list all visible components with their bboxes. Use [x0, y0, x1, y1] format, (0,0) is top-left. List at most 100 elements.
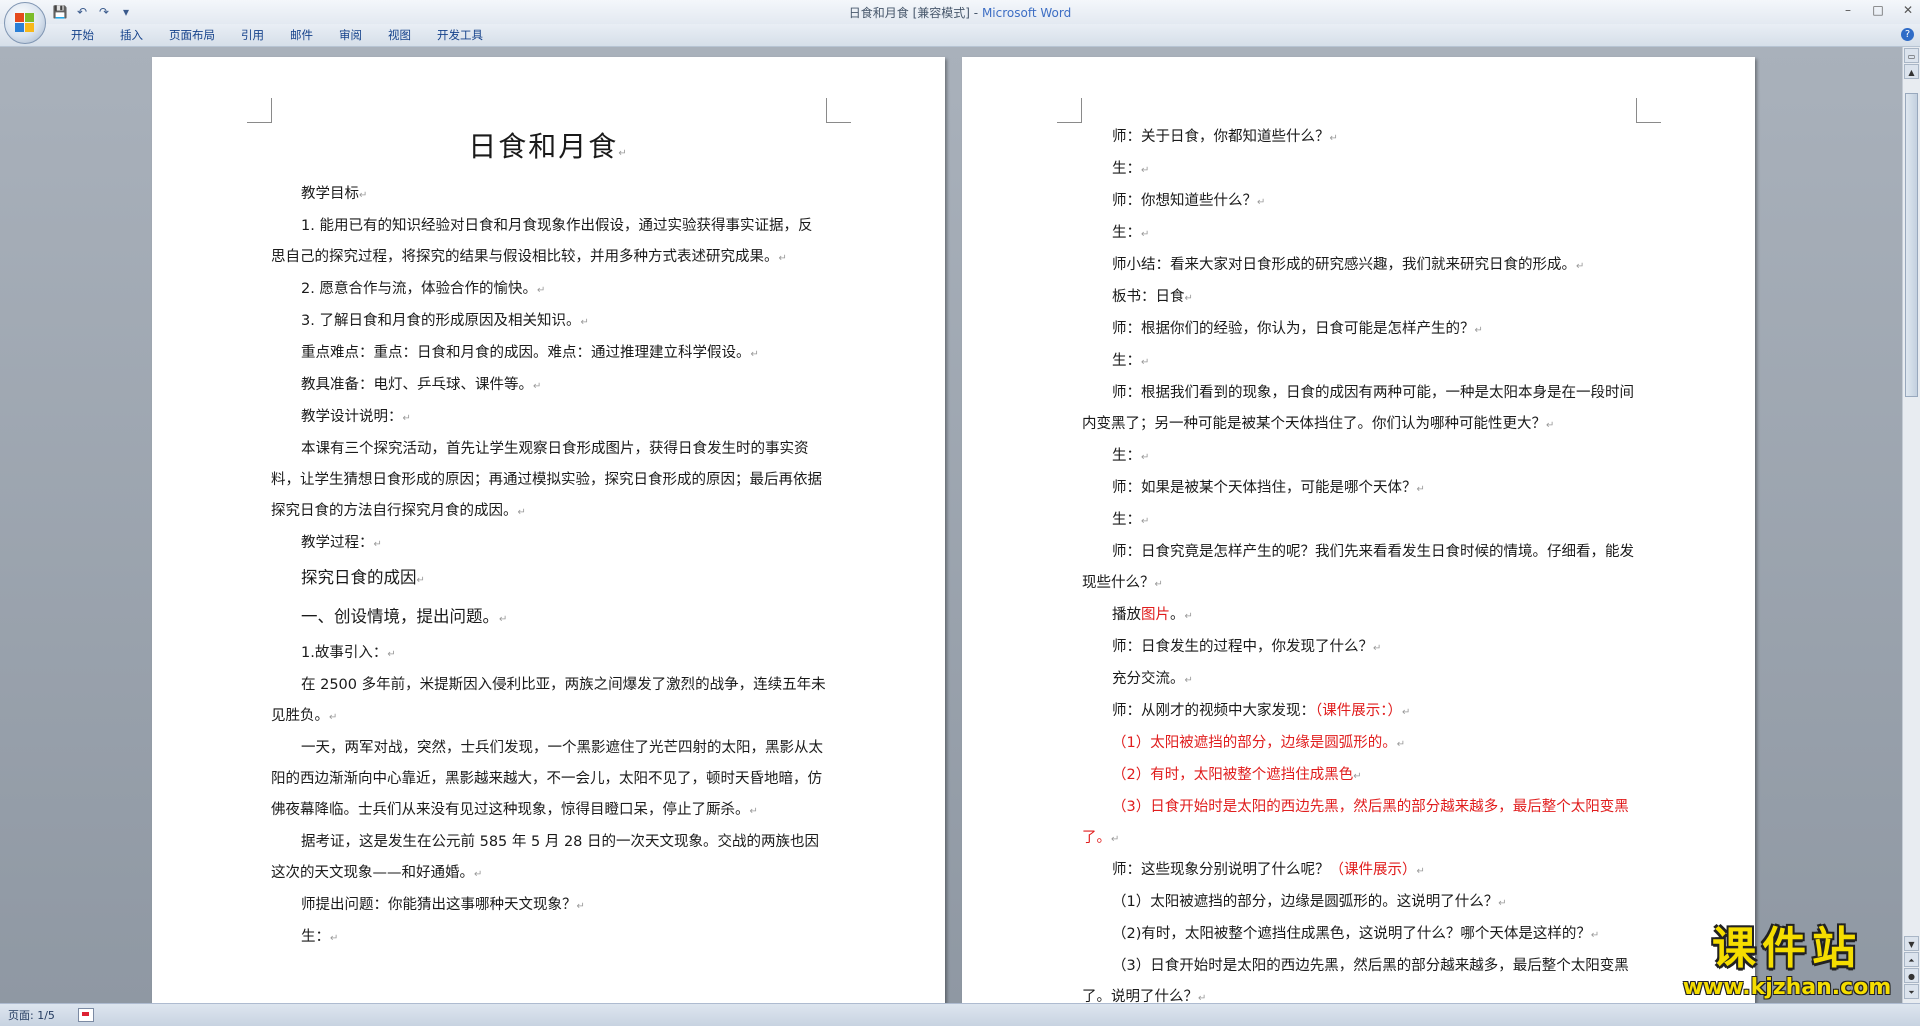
ribbon-tab[interactable]: 页面布局 — [156, 25, 228, 45]
paragraph-text: 师：如果是被某个天体挡住，可能是哪个天体？ — [1112, 480, 1417, 496]
section-heading: 探究日食的成因↵ — [271, 560, 826, 599]
app-name: Microsoft Word — [981, 6, 1072, 20]
paragraph-text: 师：从刚才的视频中大家发现： — [1112, 703, 1315, 719]
paragraph-text: 一天，两军对战，突然，士兵们发现，一个黑影遮住了光芒四射的太阳，黑影从太阳的西边… — [271, 740, 823, 818]
close-icon[interactable]: ✕ — [1900, 2, 1916, 18]
paragraph: 生：↵ — [1082, 154, 1637, 186]
paragraph-mark: ↵ — [750, 349, 759, 360]
paragraph: 2. 愿意合作与流，体验合作的愉快。↵ — [271, 274, 826, 306]
ribbon-tab[interactable]: 插入 — [107, 25, 156, 45]
paragraph-mark: ↵ — [533, 381, 542, 392]
left-paragraphs: 教学目标↵ 1. 能用已有的知识经验对日食和月食现象作出假设，通过实验获得事实证据… — [271, 179, 826, 954]
paragraph-mark: ↵ — [1184, 611, 1193, 622]
highlighted-text: （课件展示：） — [1315, 703, 1402, 719]
paragraph-mark: ↵ — [749, 806, 758, 817]
paragraph: 师提出问题：你能猜出这事哪种天文现象？↵ — [271, 890, 826, 922]
ribbon-tab[interactable]: 审阅 — [326, 25, 375, 45]
document-page-2[interactable]: 师：关于日食，你都知道些什么？↵ 生：↵ 师：你想知道些什么？↵ 生：↵ 师小结：看来大… — [962, 57, 1755, 1003]
page-count[interactable]: 页面: 1/5 — [8, 1007, 55, 1023]
paragraph: （1）太阳被遮挡的部分，边缘是圆弧形的。↵ — [1082, 728, 1637, 760]
right-paragraphs: 师：关于日食，你都知道些什么？↵ 生：↵ 师：你想知道些什么？↵ 生：↵ 师小结：看来大… — [1082, 122, 1637, 1003]
paragraph-text: 师：日食发生的过程中，你发现了什么？ — [1112, 639, 1373, 655]
proofing-icon[interactable] — [78, 1008, 94, 1022]
paragraph-text: 教具准备：电灯、乒乓球、课件等。 — [301, 377, 533, 393]
ribbon-tab[interactable]: 视图 — [375, 25, 424, 45]
scrollbar-thumb[interactable] — [1905, 93, 1918, 397]
paragraph-text: 教学设计说明： — [301, 409, 403, 425]
paragraph: （2）有时，太阳被整个遮挡住成黑色↵ — [1082, 760, 1637, 792]
paragraph-mark: ↵ — [1576, 261, 1585, 272]
paragraph: 生：↵ — [1082, 346, 1637, 378]
margin-marker — [826, 98, 851, 123]
paragraph-mark: ↵ — [1141, 357, 1150, 368]
ribbon-tabs: 开始 插入 页面布局 引用 邮件 审阅 视图 开发工具 — [58, 24, 496, 46]
paragraph-mark: ↵ — [1353, 771, 1362, 782]
paragraph: 师：这些现象分别说明了什么呢？（课件展示）↵ — [1082, 855, 1637, 887]
paragraph-text: 教学目标 — [301, 186, 359, 202]
paragraph: （2)有时，太阳被整个遮挡住成黑色，这说明了什么？哪个天体是这样的？↵ — [1082, 919, 1637, 951]
paragraph-text: 一、创设情境，提出问题。 — [301, 607, 499, 626]
paragraph-text: 1. 能用已有的知识经验对日食和月食现象作出假设，通过实验获得事实证据，反思自己… — [271, 218, 813, 265]
paragraph-mark: ↵ — [1257, 197, 1266, 208]
page-body: 师：关于日食，你都知道些什么？↵ 生：↵ 师：你想知道些什么？↵ 生：↵ 师小结：看来大… — [1082, 122, 1637, 1003]
paragraph-mark: ↵ — [1154, 579, 1163, 590]
ribbon-tab[interactable]: 邮件 — [277, 25, 326, 45]
paragraph-text: 师提出问题：你能猜出这事哪种天文现象？ — [301, 897, 577, 913]
paragraph: 充分交流。↵ — [1082, 664, 1637, 696]
paragraph: 重点难点：重点：日食和月食的成因。难点：通过推理建立科学假设。↵ — [271, 338, 826, 370]
ruler-toggle-icon[interactable]: ▭ — [1904, 48, 1919, 63]
paragraph-text: 3. 了解日食和月食的形成原因及相关知识。 — [301, 313, 581, 329]
paragraph: 生：↵ — [1082, 218, 1637, 250]
paragraph: 教具准备：电灯、乒乓球、课件等。↵ — [271, 370, 826, 402]
scroll-up-icon[interactable]: ▲ — [1904, 64, 1919, 79]
paragraph-text: 板书：日食 — [1112, 289, 1185, 305]
paragraph-text: 师：这些现象分别说明了什么呢？ — [1112, 862, 1330, 878]
paragraph-mark: ↵ — [1329, 133, 1338, 144]
paragraph: 师：如果是被某个天体挡住，可能是哪个天体？↵ — [1082, 473, 1637, 505]
ribbon-tab[interactable]: 开始 — [58, 25, 107, 45]
paragraph: 师：根据我们看到的现象，日食的成因有两种可能，一种是太阳本身是在一段时间内变黑了… — [1082, 378, 1637, 441]
paragraph-mark: ↵ — [499, 614, 508, 625]
paragraph: 1.故事引入：↵ — [271, 638, 826, 670]
minimize-icon[interactable]: – — [1840, 2, 1856, 18]
paragraph-text: 1.故事引入： — [301, 645, 388, 661]
ribbon-tab[interactable]: 开发工具 — [424, 25, 496, 45]
paragraph-mark: ↵ — [1396, 739, 1406, 750]
paragraph-text: 生： — [1112, 512, 1141, 528]
paragraph-mark: ↵ — [1141, 165, 1150, 176]
paragraph: 师小结：看来大家对日食形成的研究感兴趣，我们就来研究日食的形成。↵ — [1082, 250, 1637, 282]
paragraph-text: 师：日食究竟是怎样产生的呢？我们先来看看发生日食时候的情境。仔细看，能发现些什么… — [1082, 544, 1634, 591]
maximize-icon[interactable]: □ — [1870, 2, 1886, 18]
ribbon-tab[interactable]: 引用 — [228, 25, 277, 45]
paragraph-mark: ↵ — [517, 507, 526, 518]
paragraph-mark: ↵ — [1416, 866, 1425, 877]
document-page-1[interactable]: 日食和月食↵ 教学目标↵ 1. 能用已有的知识经验对日食和月食现象作出假设，通过实… — [152, 57, 945, 1003]
paragraph: 师：你想知道些什么？↵ — [1082, 186, 1637, 218]
paragraph-mark: ↵ — [359, 190, 368, 201]
paragraph: 生：↵ — [271, 922, 826, 954]
margin-marker — [1636, 98, 1661, 123]
paragraph: 本课有三个探究活动，首先让学生观察日食形成图片，获得日食发生时的事实资料，让学生… — [271, 434, 826, 528]
paragraph-mark: ↵ — [329, 712, 338, 723]
paragraph-mark: ↵ — [1184, 293, 1193, 304]
paragraph-mark: ↵ — [474, 869, 483, 880]
office-logo-icon — [15, 13, 35, 33]
highlighted-text: （课件展示） — [1329, 862, 1417, 878]
page-body: 日食和月食↵ 教学目标↵ 1. 能用已有的知识经验对日食和月食现象作出假设，通过实… — [271, 122, 826, 954]
paragraph-mark: ↵ — [1184, 675, 1193, 686]
margin-marker — [1057, 98, 1082, 123]
paragraph-text: 教学过程： — [301, 535, 374, 551]
paragraph-mark: ↵ — [1198, 993, 1207, 1003]
paragraph-text: 师：你想知道些什么？ — [1112, 193, 1257, 209]
vertical-scrollbar[interactable]: ▭ ▲ ▼ ⏶ ● ⏷ — [1902, 47, 1920, 1003]
paragraph: 教学设计说明：↵ — [271, 402, 826, 434]
paragraph-text: 。 — [1170, 607, 1185, 623]
paragraph-mark: ↵ — [1590, 930, 1600, 941]
paragraph-mark: ↵ — [1474, 325, 1483, 336]
document-name: 日食和月食 [兼容模式] — [848, 6, 970, 20]
office-button[interactable] — [4, 2, 46, 44]
paragraph-mark: ↵ — [1416, 484, 1425, 495]
help-icon[interactable]: ? — [1901, 28, 1914, 41]
paragraph-mark: ↵ — [330, 933, 339, 944]
paragraph: （3）日食开始时是太阳的西边先黑，然后黑的部分越来越多，最后整个太阳变黑了。说明… — [1082, 951, 1637, 1003]
